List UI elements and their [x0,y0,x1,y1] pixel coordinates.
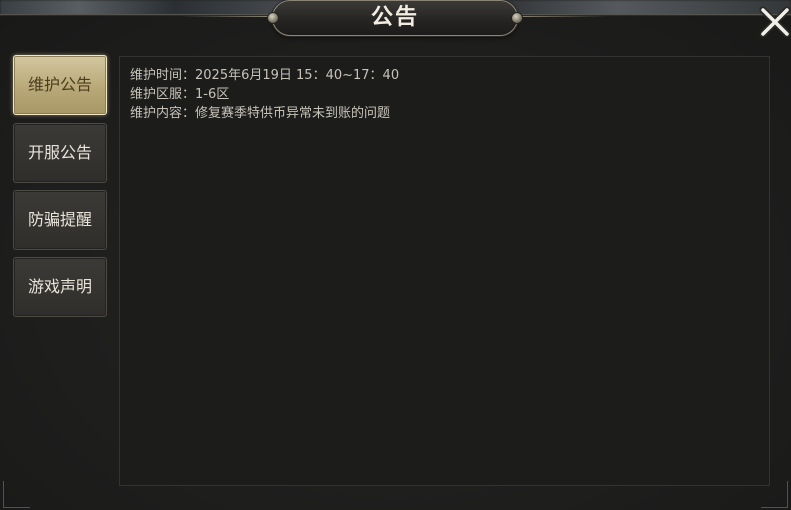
dialog-title: 公告 [370,5,419,30]
announcement-screen: 公告 维护公告 开服公告 防骗提醒 游戏声明 维护时间：2025年6月19日 1… [0,0,791,510]
tab-game-statement[interactable]: 游戏声明 [13,257,107,317]
title-ornament-line [516,16,608,17]
announcement-content[interactable]: 维护时间：2025年6月19日 15：40~17：40 维护区服：1-6区 维护… [119,56,770,486]
close-button[interactable] [759,6,791,40]
maintenance-time-text: 维护时间：2025年6月19日 15：40~17：40 [130,68,400,83]
tab-server-opening-notice[interactable]: 开服公告 [13,123,107,183]
title-plaque: 公告 [267,0,523,36]
close-x-icon [759,6,791,38]
rivet-icon [267,12,279,24]
rivet-icon [511,12,523,24]
maintenance-servers-text: 维护区服：1-6区 [130,87,230,102]
tab-maintenance-notice[interactable]: 维护公告 [13,55,107,115]
corner-ornament [3,481,30,508]
tab-anti-fraud-reminder[interactable]: 防骗提醒 [13,190,107,250]
maintenance-content-text: 维护内容：修复赛季特供币异常未到账的问题 [130,106,391,121]
title-ornament-line [180,16,272,17]
